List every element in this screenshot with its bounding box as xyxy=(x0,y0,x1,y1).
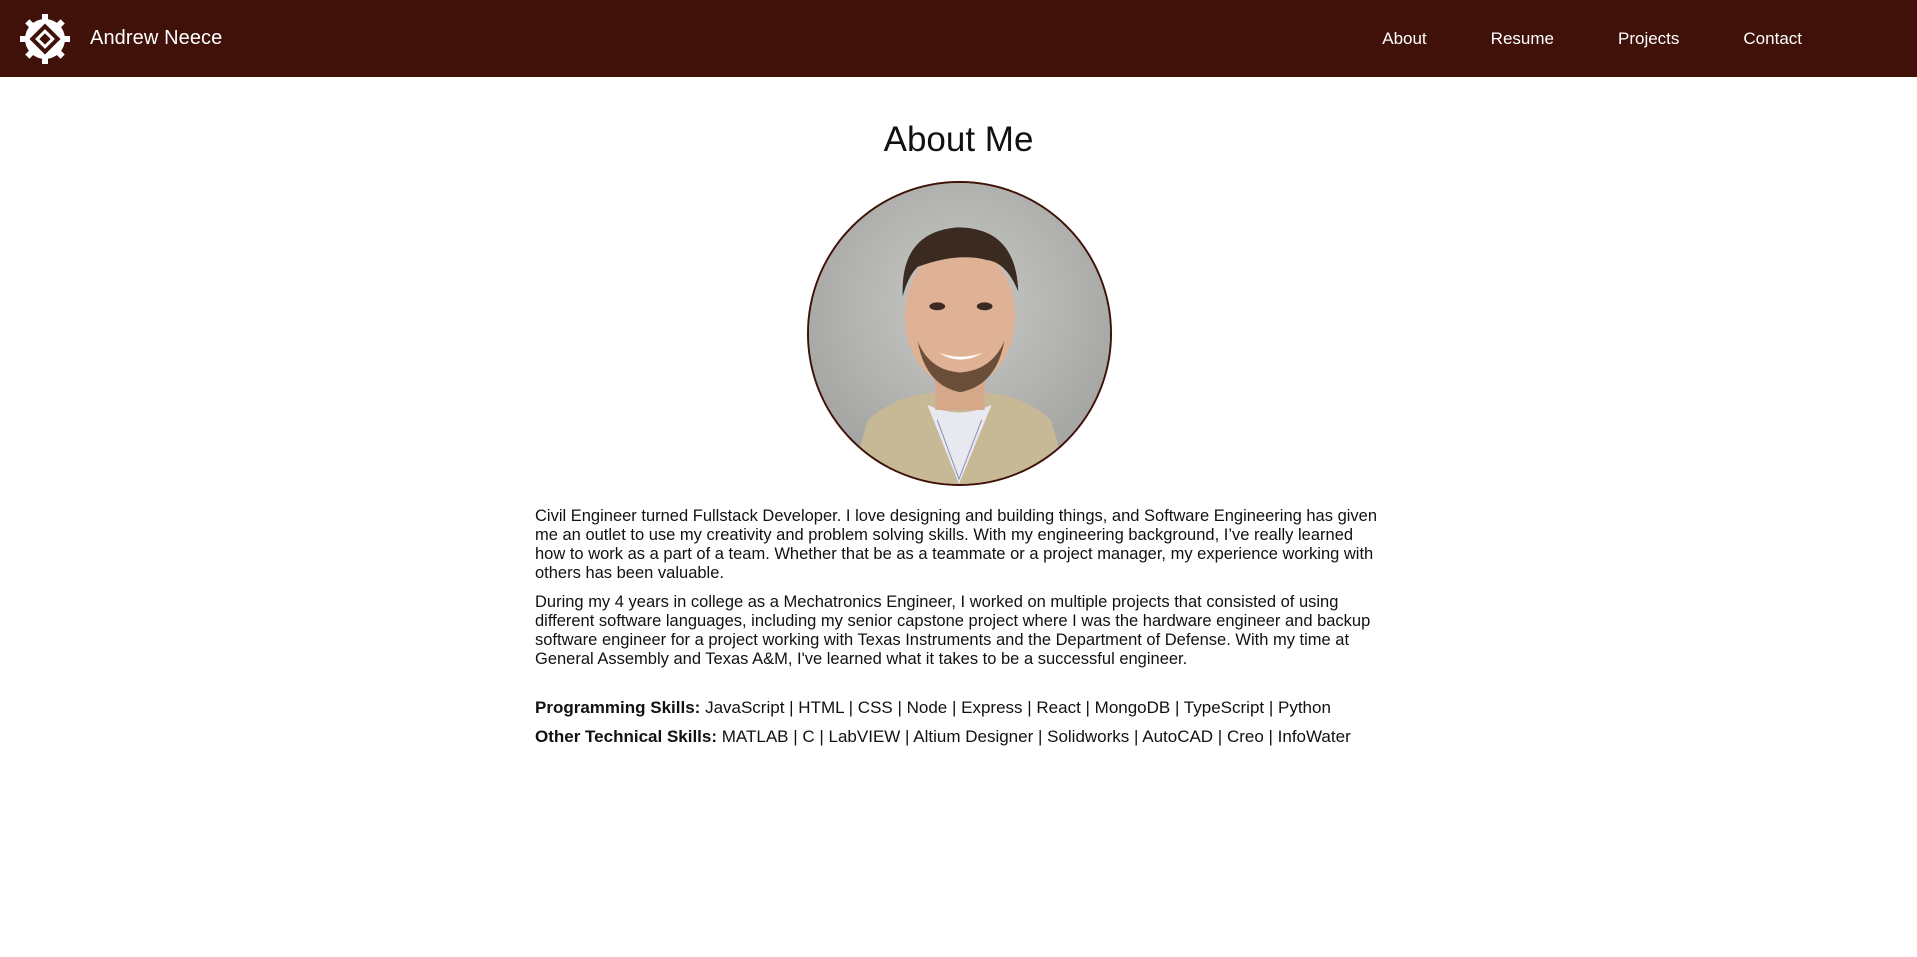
programming-skills-row: Programming Skills: JavaScript | HTML | … xyxy=(535,693,1385,722)
bio-paragraph-2: During my 4 years in college as a Mechat… xyxy=(535,593,1371,668)
brand[interactable]: Andrew Neece xyxy=(18,12,222,66)
skills-label: Programming Skills: xyxy=(535,698,701,717)
navbar: Andrew Neece About Resume Projects Conta… xyxy=(0,0,1917,77)
skills-value: MATLAB | C | LabVIEW | Altium Designer |… xyxy=(721,727,1351,746)
nav-resume-link[interactable]: Resume xyxy=(1459,29,1586,49)
skills-value: JavaScript | HTML | CSS | Node | Express… xyxy=(705,698,1331,717)
brand-name: Andrew Neece xyxy=(90,27,223,49)
nav-contact-link[interactable]: Contact xyxy=(1711,29,1834,49)
nav-about-link[interactable]: About xyxy=(1350,29,1458,49)
skills-list: Programming Skills: JavaScript | HTML | … xyxy=(535,693,1385,751)
technical-skills-row: Other Technical Skills: MATLAB | C | Lab… xyxy=(535,722,1385,751)
profile-photo xyxy=(807,181,1112,486)
skills-label: Other Technical Skills: xyxy=(535,727,718,746)
nav-projects-link[interactable]: Projects xyxy=(1586,29,1711,49)
page-title: About Me xyxy=(883,120,1034,159)
bio-paragraph-1: Civil Engineer turned Fullstack Develope… xyxy=(535,507,1378,582)
about-content: Civil Engineer turned Fullstack Develope… xyxy=(535,507,1385,751)
portrait-illustration xyxy=(809,183,1110,484)
gear-chip-icon xyxy=(20,13,70,64)
main-nav: About Resume Projects Contact xyxy=(1350,29,1834,49)
